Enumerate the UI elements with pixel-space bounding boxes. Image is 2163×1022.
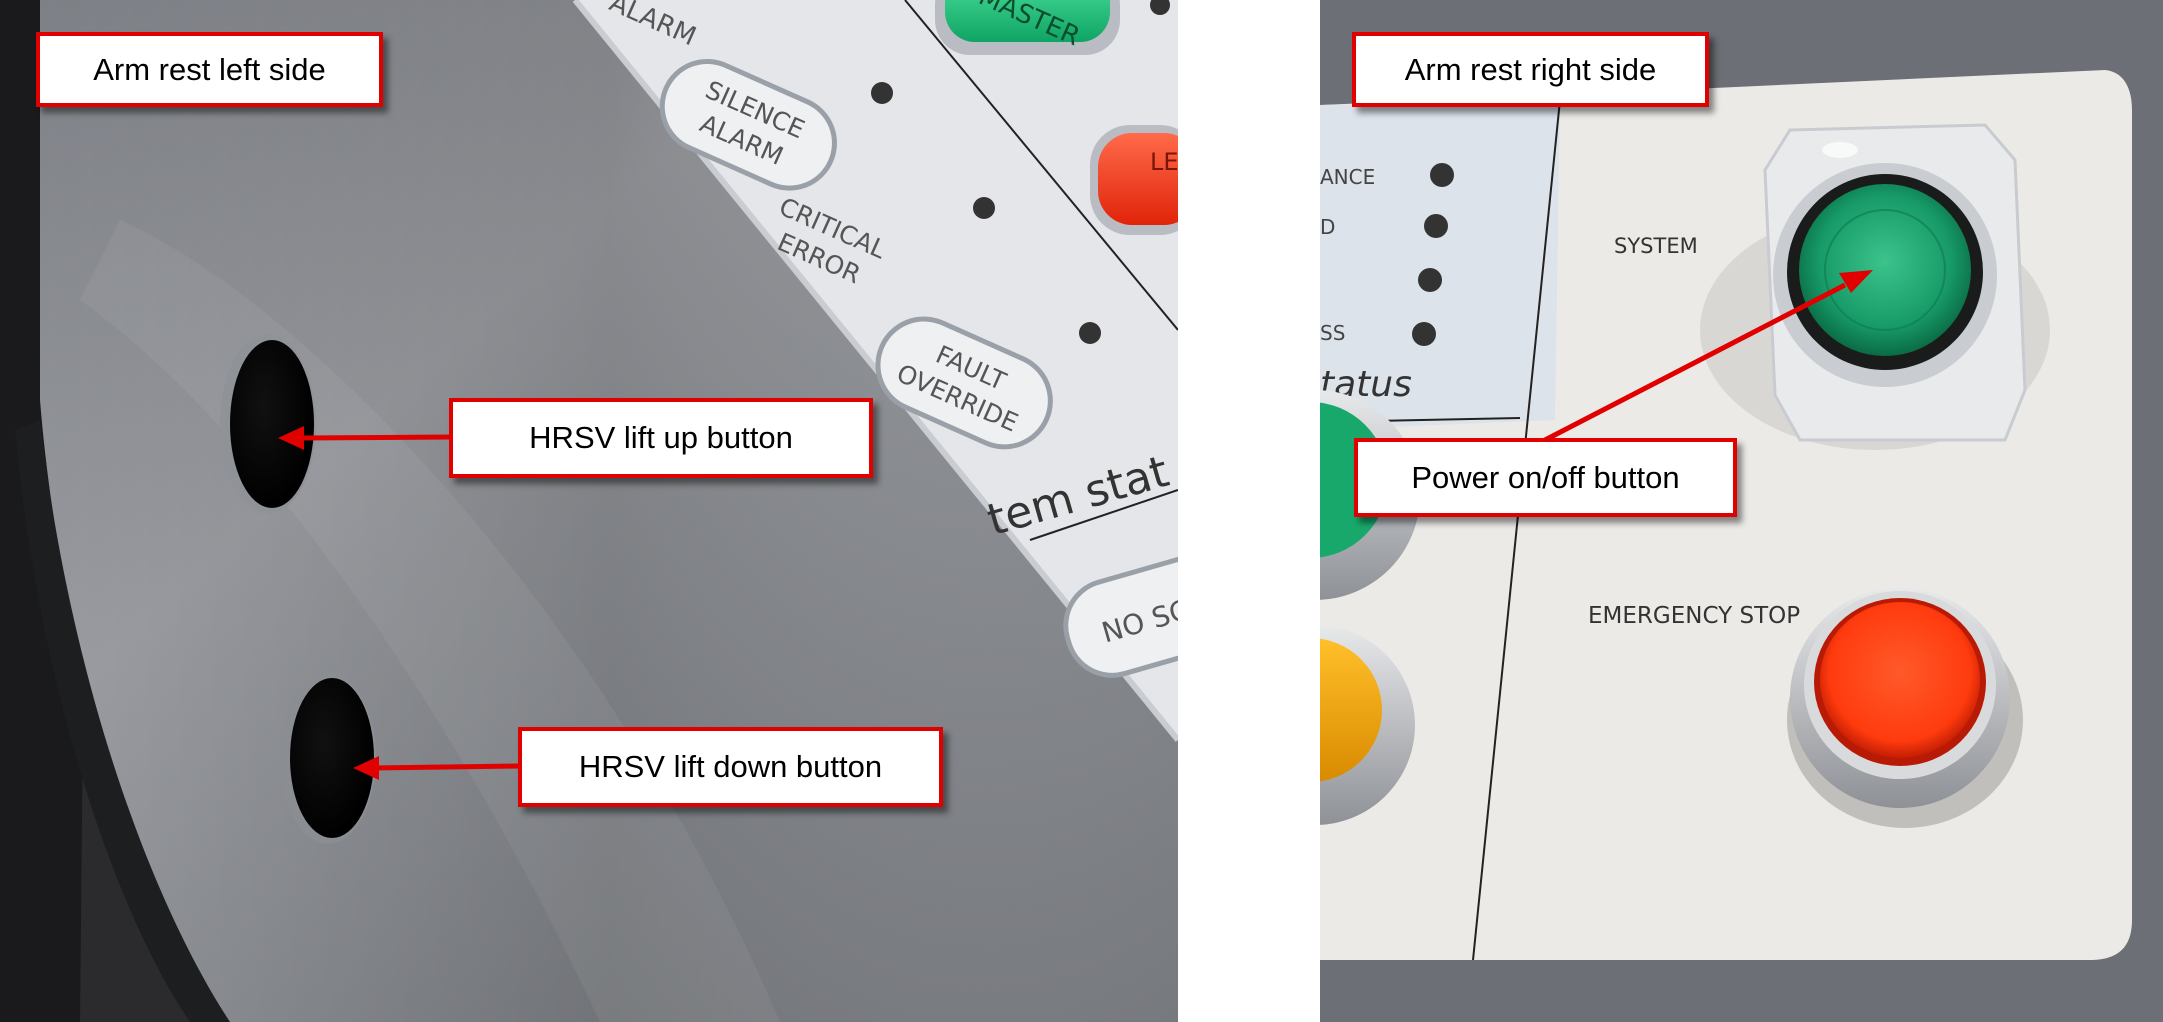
ss-label: SS — [1320, 321, 1345, 345]
status-led-4 — [1412, 322, 1436, 346]
silence-alarm-led — [871, 82, 893, 104]
emergency-stop-label: EMERGENCY STOP — [1588, 603, 1800, 629]
critical-error-led — [973, 197, 995, 219]
master-button[interactable]: MASTER — [935, 0, 1120, 55]
hrsv-lift-up-button[interactable] — [220, 334, 316, 514]
left-armrest-scene: ALARM SILENCE ALARM CRITICAL ERROR FAULT… — [0, 0, 1178, 1022]
d-label: D — [1320, 215, 1335, 239]
system-label: SYSTEM — [1614, 234, 1698, 258]
power-callout: Power on/off button — [1354, 438, 1737, 517]
lift-up-callout: HRSV lift up button — [449, 398, 873, 478]
fault-override-led — [1079, 322, 1101, 344]
ance-label: ANCE — [1320, 165, 1375, 189]
right-side-title-callout: Arm rest right side — [1352, 32, 1709, 107]
status-led-2 — [1424, 214, 1448, 238]
svg-text:LE: LE — [1150, 148, 1178, 176]
left-side-title-callout: Arm rest left side — [36, 32, 383, 107]
left-armrest-photo: ALARM SILENCE ALARM CRITICAL ERROR FAULT… — [0, 0, 1178, 1022]
red-mode-button[interactable]: LE — [1090, 125, 1178, 235]
hrsv-lift-down-button[interactable] — [280, 672, 376, 844]
lift-down-callout: HRSV lift down button — [518, 727, 943, 807]
status-led-3 — [1418, 268, 1442, 292]
status-led-1 — [1430, 163, 1454, 187]
